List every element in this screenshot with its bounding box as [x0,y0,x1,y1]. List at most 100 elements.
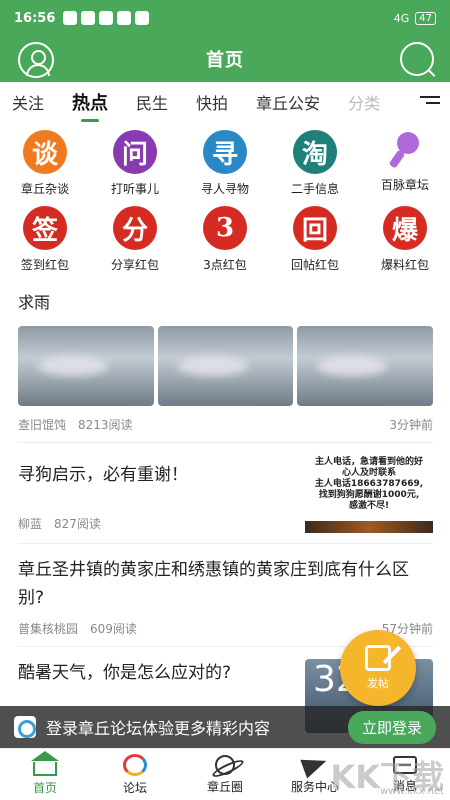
status-right: 4G 47 [393,11,436,25]
signal-icon: 4G [393,11,410,25]
tab-police[interactable]: 章丘公安 [256,82,320,126]
find-icon: 寻 [203,130,247,174]
grid-item-label: 寻人寻物 [200,182,249,196]
battery-icon: 47 [415,11,436,25]
watermark-url: www.kkx.net [380,786,444,797]
grid-item-label: 打听事儿 [110,182,159,196]
grid-row: 谈 章丘杂谈 问 打听事儿 寻 寻人寻物 淘 二手信息 百脉章坛 [0,130,450,206]
grid-item-secondhand[interactable]: 淘 二手信息 [270,130,360,206]
nav-label: 章丘圈 [206,779,243,794]
login-button[interactable]: 立即登录 [347,710,436,744]
menu-icon[interactable] [420,96,440,110]
reply-icon: 回 [293,206,337,250]
profile-icon[interactable] [18,42,54,78]
grid-item-share-redpacket[interactable]: 分 分享红包 [90,206,180,282]
notification-icon [81,11,96,25]
home-icon [31,750,59,776]
grid-item-label: 爆料红包 [380,258,429,272]
post-images [18,326,434,406]
grid-item-tip-redpacket[interactable]: 爆 爆料红包 [360,206,450,282]
thumbnail-photo-strip [305,521,433,533]
new-post-button[interactable]: 发帖 [340,630,416,706]
notification-icon [99,11,114,25]
post-title: 章丘圣井镇的黄家庄和绣惠镇的黄家庄到底有什么区别? [18,560,409,608]
divider [18,543,433,544]
grid-row: 签 签到红包 分 分享红包 3 3点红包 回 回帖红包 爆 爆料红包 [0,206,450,282]
search-icon[interactable] [400,42,434,76]
login-banner-text: 登录章丘论坛体验更多精彩内容 [46,719,271,738]
grid-item-label: 二手信息 [290,182,339,196]
login-banner: 登录章丘论坛体验更多精彩内容 立即登录 [0,706,450,748]
post-reads: 8213阅读 [78,418,133,432]
paper-plane-icon [300,750,330,779]
post-reads: 827阅读 [54,517,101,531]
nav-label: 论坛 [122,780,147,795]
ask-icon: 问 [113,130,157,174]
shop-icon: 淘 [293,130,337,174]
tab-livelihood[interactable]: 民生 [136,82,168,126]
grid-item-label: 签到红包 [20,258,69,272]
grid-item-label: 分享红包 [110,258,159,272]
tab-snapshot[interactable]: 快拍 [196,82,228,126]
signin-icon: 签 [23,206,67,250]
status-time: 16:56 [14,10,56,26]
nav-circle[interactable]: 章丘圈 [180,749,270,800]
category-tabs: 关注 热点 民生 快拍 章丘公安 分类 [0,82,450,126]
notification-icon [117,11,132,25]
thumbnail-line: 主人电话，急请看到他的好 [314,457,423,467]
edit-icon [365,645,391,671]
post-title: 求雨 [18,293,51,312]
thumbnail-text: 主人电话，急请看到他的好 心人及时联系 主人电话18663787669, 找到狗… [305,457,433,512]
nav-home[interactable]: 首页 [0,749,90,800]
post-image[interactable] [18,326,154,406]
app-logo-icon [14,716,36,738]
grid-item-label: 回帖红包 [290,258,339,272]
post-thumbnail[interactable]: 主人电话，急请看到他的好 心人及时联系 主人电话18663787669, 找到狗… [305,457,433,533]
grid-item-label: 章丘杂谈 [20,182,69,196]
tab-follow[interactable]: 关注 [12,82,44,126]
post-author: 柳蓝 [18,517,43,531]
tab-category[interactable]: 分类 [348,82,380,126]
grid-item-label: 百脉章坛 [380,178,429,192]
post-time: 3分钟前 [389,418,433,432]
thumbnail-line: 感激不尽! [348,501,390,511]
nav-label: 首页 [32,780,57,795]
post-image[interactable] [157,326,294,406]
notification-icon [135,11,150,25]
nav-forum[interactable]: 论坛 [90,749,180,800]
grid-item-chat[interactable]: 谈 章丘杂谈 [0,130,90,206]
grid-item-lost-found[interactable]: 寻 寻人寻物 [180,130,270,206]
post-item[interactable]: 求雨 查旧馄饨 8213阅读 3分钟前 [18,288,434,443]
post-title: 寻狗启示，必有重谢！ [18,465,188,485]
thumbnail-line: 主人电话18663787669, [314,479,424,489]
status-bar: 16:56 4G 47 [0,0,450,36]
grid-item-baimai[interactable]: 百脉章坛 [360,130,450,206]
post-item[interactable]: 寻狗启示，必有重谢！ 柳蓝 827阅读 主人电话，急请看到他的好 心人及时联系 … [18,457,433,544]
divider [18,442,433,443]
post-meta: 查旧馄饨 8213阅读 3分钟前 [18,416,433,432]
post-title: 酷暑天气，你是怎么应对的? [18,663,232,683]
shortcut-grid: 谈 章丘杂谈 问 打听事儿 寻 寻人寻物 淘 二手信息 百脉章坛 签 签到红包 … [0,130,450,282]
post-author: 普集核桃园 [18,622,79,636]
grid-item-ask[interactable]: 问 打听事儿 [90,130,180,206]
three-icon: 3 [203,206,247,250]
key-icon [385,130,425,170]
post-author: 查旧馄饨 [18,418,67,432]
grid-item-3pm-redpacket[interactable]: 3 3点红包 [180,206,270,282]
page-title: 首页 [206,50,244,71]
chat-icon: 谈 [23,130,67,174]
tip-icon: 爆 [383,206,427,250]
notification-icons [63,11,150,25]
grid-item-signin-redpacket[interactable]: 签 签到红包 [0,206,90,282]
tab-hot[interactable]: 热点 [72,82,108,126]
post-image[interactable] [297,326,434,406]
forum-icon [123,753,147,776]
post-meta: 柳蓝 827阅读 [18,515,297,531]
notification-icon [63,11,78,25]
post-reads: 609阅读 [90,622,137,636]
grid-item-label: 3点红包 [203,258,247,272]
new-post-label: 发帖 [367,677,389,690]
thumbnail-line: 找到狗狗愿酬谢1000元, [318,490,420,500]
share-icon: 分 [113,206,157,250]
grid-item-reply-redpacket[interactable]: 回 回帖红包 [270,206,360,282]
